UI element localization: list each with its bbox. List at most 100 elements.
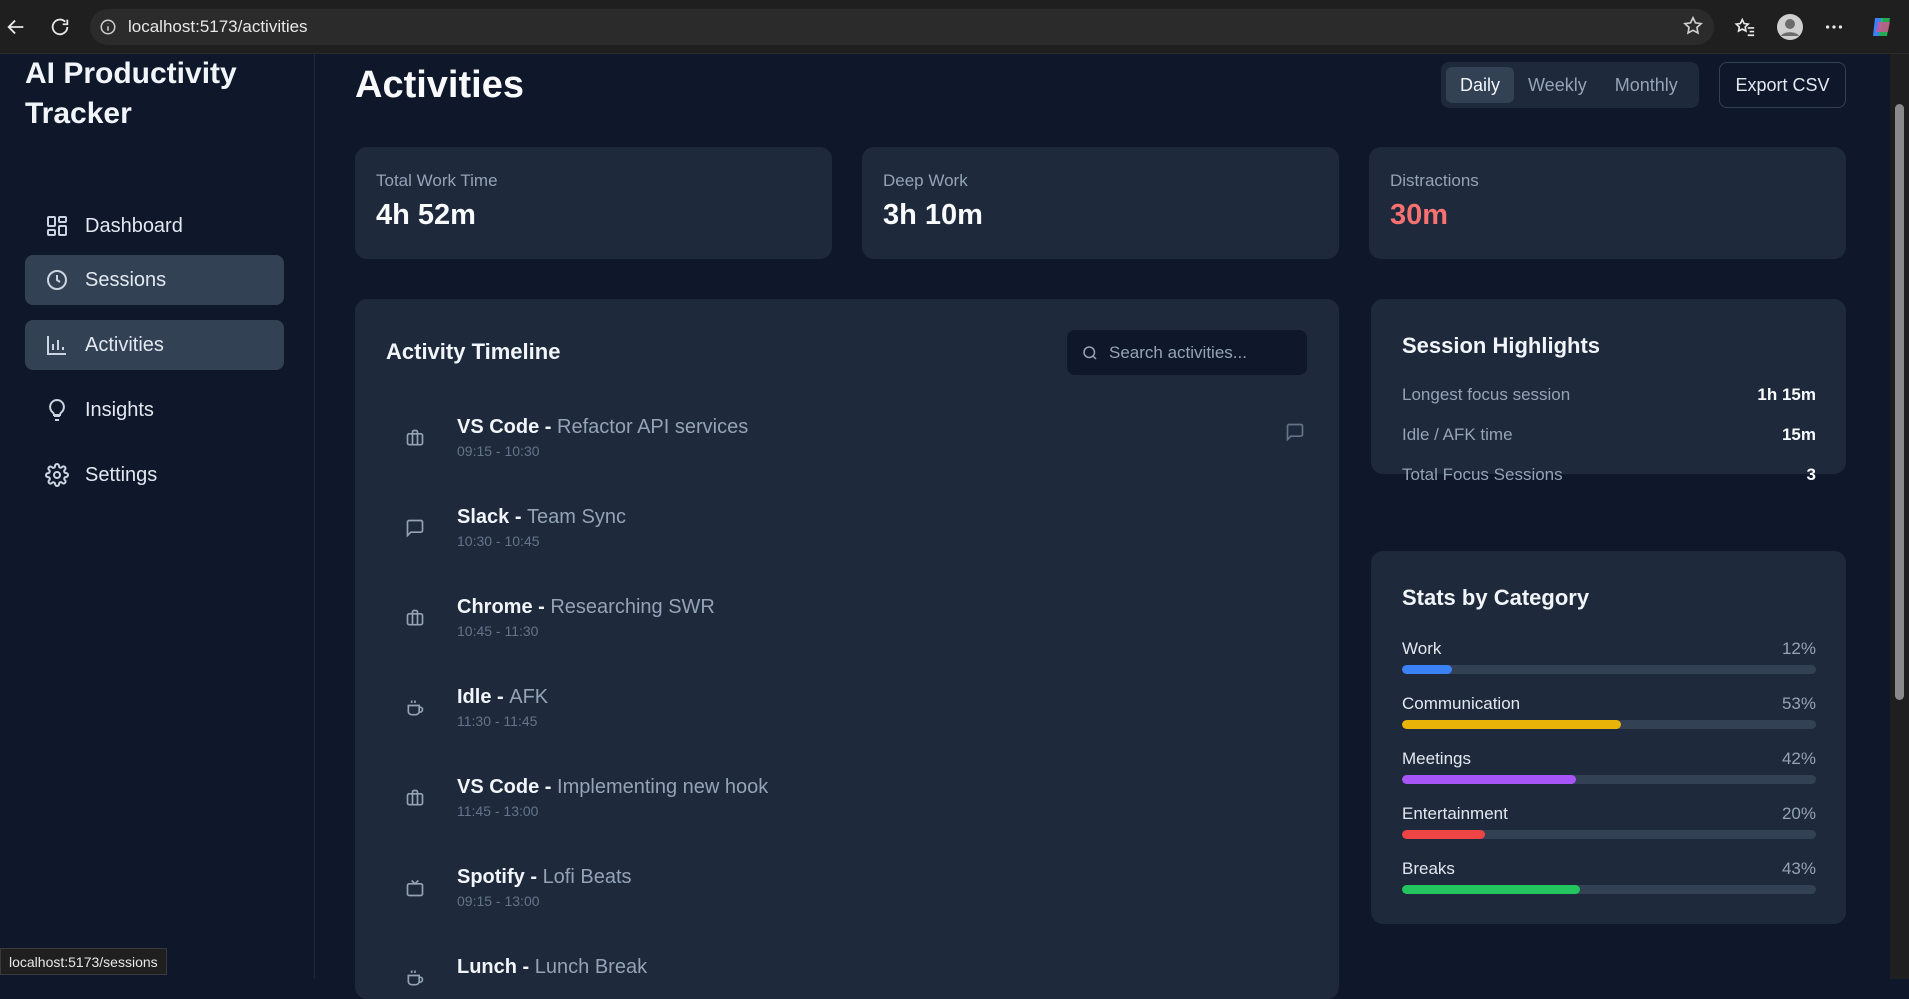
stat-label: Total Work Time — [376, 171, 498, 190]
page-title: Activities — [355, 64, 524, 106]
category-progress-fill — [1402, 830, 1485, 839]
comment-icon[interactable] — [1285, 422, 1305, 447]
category-name: Work — [1402, 639, 1442, 658]
activity-separator: - — [491, 686, 510, 708]
range-monthly-button[interactable]: Monthly — [1601, 67, 1692, 103]
search-placeholder: Search activities... — [1109, 342, 1247, 362]
gear-icon — [45, 463, 69, 487]
search-input[interactable]: Search activities... — [1067, 330, 1307, 375]
reload-button[interactable] — [44, 11, 76, 43]
list-item[interactable]: Spotify - Lofi Beats 09:15 - 13:00 — [405, 866, 1305, 926]
category-progress-fill — [1402, 775, 1576, 784]
favorite-star-icon[interactable] — [1682, 15, 1704, 42]
sidebar-item-insights[interactable]: Insights — [25, 385, 284, 435]
lightbulb-icon — [49, 398, 65, 421]
category-percent: 53% — [1781, 694, 1816, 713]
activity-time: 11:30 - 11:45 — [457, 713, 538, 729]
bar-chart-icon — [47, 336, 66, 355]
stats-by-category-panel: Stats by Category Work 12% Communication 53… — [1371, 551, 1846, 924]
highlight-label: Longest focus session — [1402, 385, 1571, 404]
copilot-button[interactable] — [1866, 11, 1898, 43]
list-item[interactable]: Lunch - Lunch Break — [405, 956, 1305, 999]
category-progress-fill — [1402, 720, 1622, 729]
url-text[interactable]: localhost:5173/activities — [128, 17, 308, 37]
category-name: Breaks — [1402, 859, 1455, 878]
sidebar-item-settings[interactable]: Settings — [25, 450, 284, 500]
copilot-icon — [1873, 18, 1890, 36]
activity-separator: - — [509, 506, 528, 528]
category-row: Breaks 43% — [1402, 859, 1816, 903]
sidebar-item-sessions[interactable]: Sessions — [25, 255, 284, 305]
briefcase-icon — [405, 788, 429, 812]
reload-icon — [51, 18, 69, 36]
category-row: Meetings 42% — [1402, 749, 1816, 793]
list-item[interactable]: Slack - Team Sync 10:30 - 10:45 — [405, 506, 1305, 566]
search-icon — [1083, 345, 1097, 360]
tv-icon — [405, 878, 429, 902]
page-scrollbar[interactable] — [1890, 54, 1909, 979]
activity-task: Team Sync — [527, 506, 626, 528]
site-info-icon[interactable] — [90, 18, 126, 36]
activity-separator: - — [539, 776, 558, 798]
stat-card-total-work: Total Work Time 4h 52m — [355, 147, 832, 259]
activity-time: 09:15 - 10:30 — [457, 443, 540, 459]
activity-task: Researching SWR — [550, 596, 715, 618]
range-toggle: Daily Weekly Monthly — [1441, 62, 1699, 108]
sidebar-item-activities[interactable]: Activities — [25, 320, 284, 370]
briefcase-icon — [405, 428, 429, 452]
highlight-row: Idle / AFK time 15m — [1402, 425, 1816, 449]
list-item[interactable]: VS Code - Refactor API services 09:15 - … — [405, 416, 1305, 476]
category-progress-track — [1402, 665, 1816, 674]
category-percent: 43% — [1781, 859, 1816, 878]
stat-card-distractions: Distractions 30m — [1369, 147, 1846, 259]
more-horizontal-icon — [1825, 25, 1843, 29]
list-item[interactable]: Chrome - Researching SWR 10:45 - 11:30 — [405, 596, 1305, 656]
activity-separator: - — [539, 416, 558, 438]
range-weekly-button[interactable]: Weekly — [1514, 67, 1601, 103]
list-item[interactable]: VS Code - Implementing new hook 11:45 - … — [405, 776, 1305, 836]
briefcase-icon — [405, 608, 429, 632]
activity-task: Implementing new hook — [557, 776, 769, 798]
activity-timeline: Activity Timeline Search activities... V… — [355, 299, 1339, 999]
highlight-value: 3 — [1806, 465, 1816, 484]
stat-card-deep-work: Deep Work 3h 10m — [862, 147, 1339, 259]
highlight-row: Total Focus Sessions 3 — [1402, 465, 1816, 489]
category-name: Communication — [1402, 694, 1521, 713]
activity-task: Lunch Break — [534, 956, 648, 978]
favorites-list-icon — [1734, 17, 1755, 37]
activity-app: Idle — [457, 686, 492, 708]
activity-time: 10:30 - 10:45 — [457, 533, 540, 549]
back-button[interactable] — [0, 11, 32, 43]
scrollbar-thumb[interactable] — [1895, 104, 1904, 700]
sidebar-item-label: Sessions — [85, 268, 167, 291]
category-progress-track — [1402, 720, 1816, 729]
activity-task: Lofi Beats — [542, 866, 632, 888]
category-row: Communication 53% — [1402, 694, 1816, 738]
export-csv-button[interactable]: Export CSV — [1719, 62, 1846, 108]
favorites-button[interactable] — [1729, 11, 1761, 43]
clock-icon — [47, 270, 67, 290]
list-item[interactable]: Idle - AFK 11:30 - 11:45 — [405, 686, 1305, 746]
category-percent: 20% — [1781, 804, 1816, 823]
sidebar-item-dashboard[interactable]: Dashboard — [25, 201, 284, 251]
activity-separator: - — [532, 596, 551, 618]
activity-time: 10:45 - 11:30 — [457, 623, 539, 639]
highlight-label: Total Focus Sessions — [1402, 465, 1563, 484]
range-daily-button[interactable]: Daily — [1446, 67, 1515, 103]
category-row: Work 12% — [1402, 639, 1816, 683]
highlight-value: 15m — [1781, 425, 1816, 444]
message-icon — [405, 518, 429, 542]
activity-app: VS Code — [457, 776, 540, 798]
sidebar: AI Productivity Tracker Dashboard Sessio… — [0, 54, 315, 979]
main-content: Activities Daily Weekly Monthly Export C… — [316, 54, 1890, 999]
category-name: Entertainment — [1402, 804, 1508, 823]
activity-app: VS Code — [457, 416, 540, 438]
activity-task: Refactor API services — [557, 416, 749, 438]
more-options-button[interactable] — [1818, 11, 1850, 43]
sidebar-item-label: Insights — [85, 398, 154, 421]
address-bar[interactable]: localhost:5173/activities — [90, 9, 1714, 45]
profile-button[interactable] — [1774, 11, 1806, 43]
coffee-icon — [405, 698, 429, 722]
app-brand: AI Productivity Tracker — [25, 57, 237, 130]
activity-app: Spotify — [457, 866, 525, 888]
